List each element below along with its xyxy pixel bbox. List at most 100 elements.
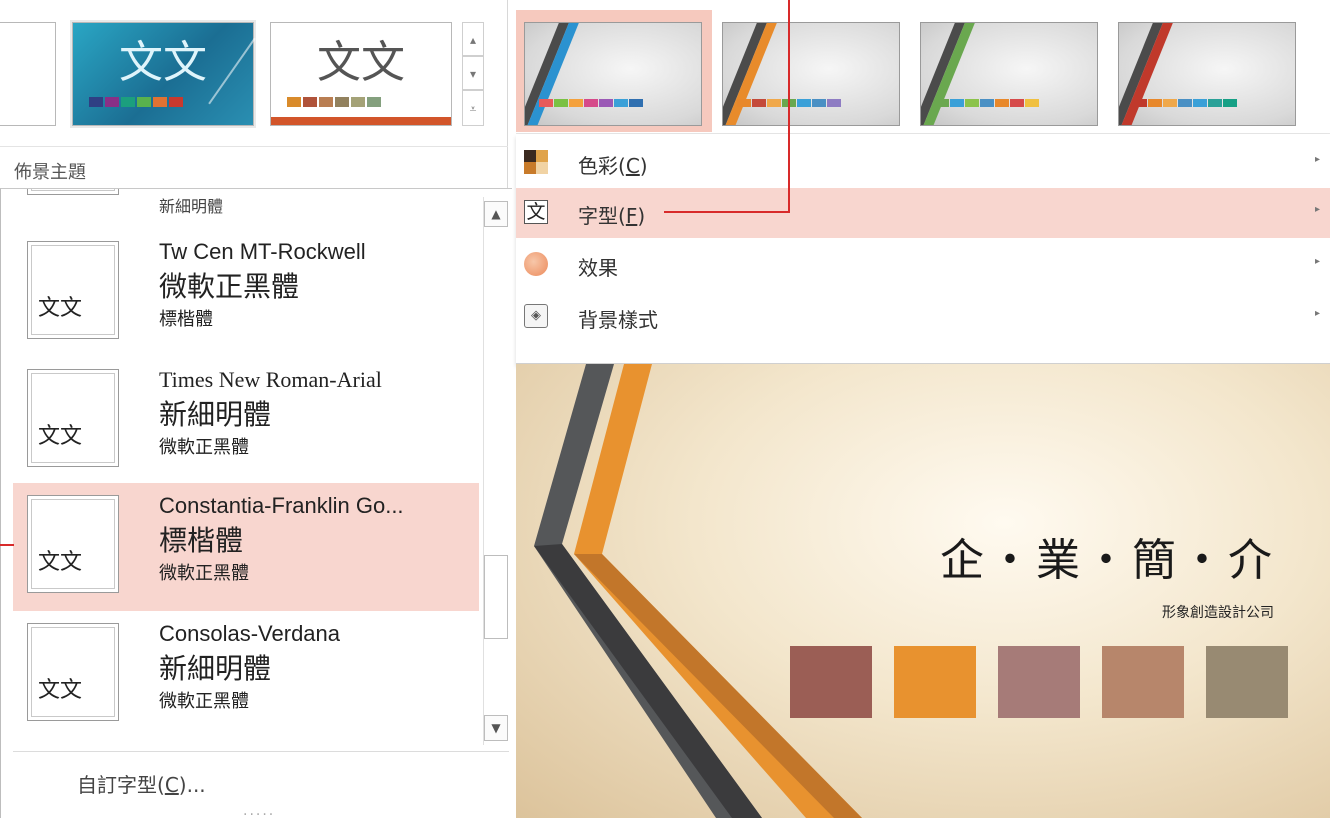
custom-fonts-label-suffix: )...	[178, 773, 206, 797]
custom-fonts-menu-item[interactable]: 自訂字型(C)...	[77, 769, 206, 798]
color-dot	[1208, 99, 1222, 107]
fonts-icon: 文	[524, 200, 548, 224]
callout-line-vertical	[788, 0, 790, 213]
submenu-arrow-icon: ▸	[1314, 308, 1320, 319]
color-dot	[1223, 99, 1237, 107]
scroll-down-button[interactable]: ▼	[484, 715, 508, 741]
menu-item-colors[interactable]: 色彩(C) ▸	[516, 138, 1330, 188]
color-swatch	[303, 97, 317, 107]
menu-item-label: 效果	[578, 256, 618, 280]
font-list-item-selected[interactable]: 文文 Constantia-Franklin Go... 標楷體 微軟正黑體	[13, 483, 479, 611]
color-dot	[1133, 99, 1147, 107]
font-theme-name: Consolas-Verdana	[159, 621, 341, 646]
variants-gallery	[516, 0, 1330, 134]
slide-preview: 企・業・簡・介 形象創造設計公司	[516, 364, 1330, 818]
gallery-more-button[interactable]: ⩡	[462, 90, 484, 126]
color-dot	[737, 99, 751, 107]
font-list-item[interactable]: 文文 Consolas-Verdana 新細明體 微軟正黑體	[13, 611, 479, 739]
callout-line-horizontal	[664, 211, 790, 213]
variant-color-dots	[539, 99, 643, 107]
font-theme-name: Constantia-Franklin Go...	[159, 493, 404, 518]
custom-fonts-accelerator: C	[164, 773, 179, 797]
theme-thumbnail-white[interactable]: 文文	[270, 22, 452, 126]
font-preview-box: 文文	[27, 623, 119, 721]
font-list-scrollbar[interactable]: ▲ ▼	[483, 197, 509, 745]
menu-label-text: 色彩(	[578, 154, 626, 178]
color-dot	[569, 99, 583, 107]
color-dot	[599, 99, 613, 107]
color-dot	[812, 99, 826, 107]
theme-thumbnail-text: 文文	[317, 37, 405, 88]
color-dot	[752, 99, 766, 107]
variant-thumbnail-green[interactable]	[920, 22, 1098, 126]
menu-accelerator: F	[625, 204, 638, 228]
font-preview-box: 文文	[27, 495, 119, 593]
font-preview-text: 文文	[38, 550, 83, 575]
font-body-name: 微軟正黑體	[159, 437, 249, 458]
variant-thumbnail-blue[interactable]	[524, 22, 702, 126]
font-list: 新細明體 文文 Tw Cen MT-Rockwell 微軟正黑體 標楷體 文文 …	[1, 189, 483, 751]
colors-icon	[524, 150, 548, 174]
color-dot	[935, 99, 949, 107]
color-dot	[767, 99, 781, 107]
menu-label-suffix: )	[639, 154, 648, 178]
theme-accent-bar	[271, 117, 451, 125]
color-square	[894, 646, 976, 718]
gallery-scroll-up-button[interactable]: ▴	[462, 22, 484, 56]
gallery-scroll-down-button[interactable]: ▾	[462, 56, 484, 90]
scroll-up-button[interactable]: ▲	[484, 201, 508, 227]
slide-color-squares	[790, 646, 1288, 718]
font-theme-name: Times New Roman-Arial	[159, 367, 382, 392]
variant-color-dots	[935, 99, 1039, 107]
menu-item-label: 字型(F)	[578, 200, 645, 229]
scrollbar-thumb[interactable]	[484, 555, 508, 639]
font-preview-box: 文文	[27, 369, 119, 467]
font-list-item[interactable]: 文文 Times New Roman-Arial 新細明體 微軟正黑體	[13, 357, 479, 485]
color-dot	[980, 99, 994, 107]
menu-item-effects[interactable]: 效果 ▸	[516, 240, 1330, 290]
variant-thumbnail-red[interactable]	[1118, 22, 1296, 126]
menu-label-text: 字型(	[578, 204, 626, 228]
font-body-name: 新細明體	[159, 197, 224, 216]
color-dot	[965, 99, 979, 107]
color-dot	[539, 99, 553, 107]
color-dot	[1178, 99, 1192, 107]
color-swatch	[105, 97, 119, 107]
resize-grip[interactable]: .....	[243, 803, 275, 818]
custom-fonts-label: 自訂字型(	[77, 773, 165, 797]
font-list-item[interactable]: 新細明體	[13, 189, 479, 216]
color-dot	[797, 99, 811, 107]
menu-item-background-styles[interactable]: ◈ 背景樣式 ▸	[516, 292, 1330, 342]
theme-thumbnail-partial[interactable]	[0, 22, 56, 126]
variant-thumbnail-orange[interactable]	[722, 22, 900, 126]
color-swatch	[89, 97, 103, 107]
font-preview-box: 文文	[27, 241, 119, 339]
color-dot	[1025, 99, 1039, 107]
menu-label-suffix: )	[637, 204, 646, 228]
color-dot	[554, 99, 568, 107]
theme-swatches	[89, 97, 183, 107]
color-dot	[1163, 99, 1177, 107]
background-style-icon: ◈	[524, 304, 548, 328]
font-preview-text: 文文	[38, 296, 83, 321]
font-preview-text: 文文	[38, 678, 83, 703]
slide-stripes-graphic	[534, 364, 862, 818]
color-dot	[629, 99, 643, 107]
theme-thumbnail-teal[interactable]: 文文	[70, 20, 256, 128]
font-heading-name: 微軟正黑體	[159, 270, 300, 303]
font-body-name: 微軟正黑體	[159, 691, 249, 712]
color-dot	[1148, 99, 1162, 107]
color-dot	[827, 99, 841, 107]
variants-menu: 色彩(C) ▸ 文 字型(F) ▸ 效果 ▸ ◈ 背景樣式 ▸	[516, 134, 1330, 364]
font-list-item[interactable]: 文文 Tw Cen MT-Rockwell 微軟正黑體 標楷體	[13, 229, 479, 357]
divider	[0, 146, 508, 147]
color-dot	[950, 99, 964, 107]
font-theme-name: Tw Cen MT-Rockwell	[159, 239, 366, 264]
color-square	[1102, 646, 1184, 718]
font-dropdown-panel: 新細明體 文文 Tw Cen MT-Rockwell 微軟正黑體 標楷體 文文 …	[0, 188, 512, 818]
color-dot	[584, 99, 598, 107]
callout-line-left	[0, 544, 14, 546]
color-swatch	[137, 97, 151, 107]
menu-item-fonts[interactable]: 文 字型(F) ▸	[516, 188, 1330, 238]
font-heading-name: 新細明體	[159, 652, 272, 685]
